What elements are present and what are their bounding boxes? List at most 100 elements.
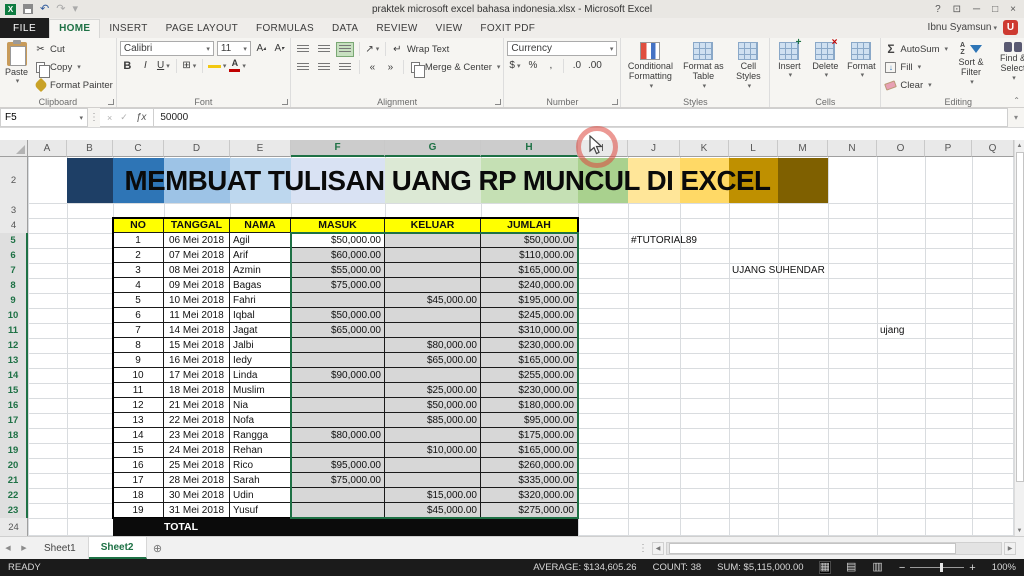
column-header-G[interactable]: G <box>385 140 481 157</box>
row-header-13[interactable]: 13 <box>0 353 28 369</box>
font-family-select[interactable]: Calibri <box>120 41 214 56</box>
alignment-dialog-launcher[interactable] <box>495 99 501 105</box>
normal-view-button[interactable]: ▦ <box>820 562 830 573</box>
number-dialog-launcher[interactable] <box>612 99 618 105</box>
increase-indent-button[interactable]: » <box>383 60 398 75</box>
font-dialog-launcher[interactable] <box>282 99 288 105</box>
sheet-nav-prev-icon[interactable]: ◀ <box>0 537 16 559</box>
profile-logo[interactable]: U <box>1003 20 1018 35</box>
row-header-18[interactable]: 18 <box>0 428 28 444</box>
column-header-K[interactable]: K <box>680 140 729 157</box>
tab-view[interactable]: VIEW <box>427 20 472 38</box>
decrease-decimal-button[interactable]: .00 <box>587 58 602 73</box>
column-header-B[interactable]: B <box>67 140 113 157</box>
row-header-10[interactable]: 10 <box>0 308 28 324</box>
row-header-3[interactable]: 3 <box>0 203 28 219</box>
comma-style-button[interactable]: , <box>543 58 558 73</box>
clear-button[interactable]: Clear <box>884 77 948 93</box>
row-header-8[interactable]: 8 <box>0 278 28 294</box>
row-header-7[interactable]: 7 <box>0 263 28 279</box>
worksheet-grid[interactable]: ABCDEFGHIJKLMNOPQ23456789101112131415161… <box>0 140 1014 536</box>
tab-home[interactable]: HOME <box>49 19 100 38</box>
accounting-format-button[interactable]: $ <box>507 58 522 73</box>
bold-button[interactable]: B <box>120 58 135 73</box>
zoom-level[interactable]: 100% <box>992 562 1016 573</box>
collapse-ribbon-icon[interactable]: ⌃ <box>1013 96 1020 105</box>
scroll-right-icon[interactable]: ▶ <box>1004 542 1016 555</box>
wrap-text-button[interactable]: ↵Wrap Text <box>391 41 449 57</box>
redo-icon[interactable]: ↷ <box>56 4 65 14</box>
column-header-A[interactable]: A <box>28 140 67 157</box>
shrink-font-button[interactable]: A▾ <box>272 41 287 56</box>
page-layout-view-button[interactable]: ▤ <box>846 562 856 573</box>
qat-customize-icon[interactable]: ▾ <box>72 4 78 14</box>
horizontal-scroll-thumb[interactable] <box>669 543 956 554</box>
row-header-22[interactable]: 22 <box>0 488 28 504</box>
zoom-in-button[interactable]: + <box>969 562 975 574</box>
formula-input[interactable]: 50000 <box>154 108 1008 127</box>
format-painter-button[interactable]: Format Painter <box>34 77 113 93</box>
tab-review[interactable]: REVIEW <box>367 20 426 38</box>
sheet-tab-sheet1[interactable]: Sheet1 <box>32 537 89 559</box>
row-header-21[interactable]: 21 <box>0 473 28 489</box>
column-header-M[interactable]: M <box>778 140 828 157</box>
vertical-scroll-thumb[interactable] <box>1016 152 1024 482</box>
row-header-11[interactable]: 11 <box>0 323 28 339</box>
column-header-E[interactable]: E <box>230 140 291 157</box>
column-header-H[interactable]: H <box>481 140 578 157</box>
row-header-19[interactable]: 19 <box>0 443 28 459</box>
row-header-17[interactable]: 17 <box>0 413 28 429</box>
row-header-24[interactable]: 24 <box>0 518 28 536</box>
fill-button[interactable]: ↓Fill <box>884 59 948 75</box>
scroll-left-icon[interactable]: ◀ <box>652 542 664 555</box>
row-header-4[interactable]: 4 <box>0 218 28 234</box>
middle-align-button[interactable] <box>315 42 333 57</box>
formula-bar-splitter[interactable]: ⋮ <box>88 108 100 127</box>
fill-color-button[interactable] <box>208 58 227 73</box>
tab-formulas[interactable]: FORMULAS <box>247 20 323 38</box>
ribbon-display-options-icon[interactable]: ⊡ <box>953 4 961 15</box>
column-header-I[interactable]: I <box>578 140 628 157</box>
column-header-C[interactable]: C <box>113 140 164 157</box>
scroll-down-icon[interactable]: ▼ <box>1017 525 1023 536</box>
enter-icon[interactable]: ✓ <box>120 112 128 123</box>
conditional-formatting-button[interactable]: Conditional Formatting <box>624 41 676 92</box>
row-header-15[interactable]: 15 <box>0 383 28 399</box>
paste-button[interactable]: Paste <box>3 41 30 93</box>
delete-cells-button[interactable]: Delete <box>809 41 841 81</box>
find-select-button[interactable]: Find & Select <box>994 41 1024 93</box>
row-header-2[interactable]: 2 <box>0 157 28 204</box>
borders-button[interactable]: ⊞ <box>182 58 197 73</box>
vertical-scrollbar[interactable]: ▲ ▼ <box>1014 140 1024 536</box>
zoom-slider-thumb[interactable] <box>940 563 943 572</box>
top-align-button[interactable] <box>294 42 312 57</box>
format-cells-button[interactable]: Format <box>845 41 877 81</box>
font-size-select[interactable]: 11 <box>217 41 251 56</box>
horizontal-scrollbar[interactable]: ◀ ▶ <box>652 541 1016 555</box>
row-header-5[interactable]: 5 <box>0 233 28 249</box>
insert-cells-button[interactable]: Insert <box>773 41 805 81</box>
add-sheet-button[interactable]: ⊕ <box>147 537 169 559</box>
percent-style-button[interactable]: % <box>525 58 540 73</box>
grow-font-button[interactable]: A▴ <box>254 41 269 56</box>
row-header-9[interactable]: 9 <box>0 293 28 309</box>
row-header-6[interactable]: 6 <box>0 248 28 264</box>
column-header-L[interactable]: L <box>729 140 778 157</box>
cut-button[interactable]: ✂Cut <box>34 41 113 57</box>
format-as-table-button[interactable]: Format as Table <box>680 41 726 92</box>
column-header-O[interactable]: O <box>877 140 925 157</box>
tab-scroll-splitter[interactable]: ⋮ <box>638 537 648 559</box>
clipboard-dialog-launcher[interactable] <box>108 99 114 105</box>
sort-filter-button[interactable]: AZ Sort & Filter <box>952 41 990 93</box>
cancel-icon[interactable]: × <box>107 113 112 123</box>
close-icon[interactable]: × <box>1010 4 1016 15</box>
undo-icon[interactable]: ↶ <box>40 4 49 14</box>
column-header-D[interactable]: D <box>164 140 230 157</box>
select-all-corner[interactable] <box>0 140 28 157</box>
align-left-button[interactable] <box>294 60 312 75</box>
row-header-20[interactable]: 20 <box>0 458 28 474</box>
scroll-up-icon[interactable]: ▲ <box>1017 140 1023 151</box>
minimize-icon[interactable]: ─ <box>973 4 980 15</box>
sheet-nav-next-icon[interactable]: ▶ <box>16 537 32 559</box>
page-break-view-button[interactable]: ▥ <box>872 562 882 573</box>
